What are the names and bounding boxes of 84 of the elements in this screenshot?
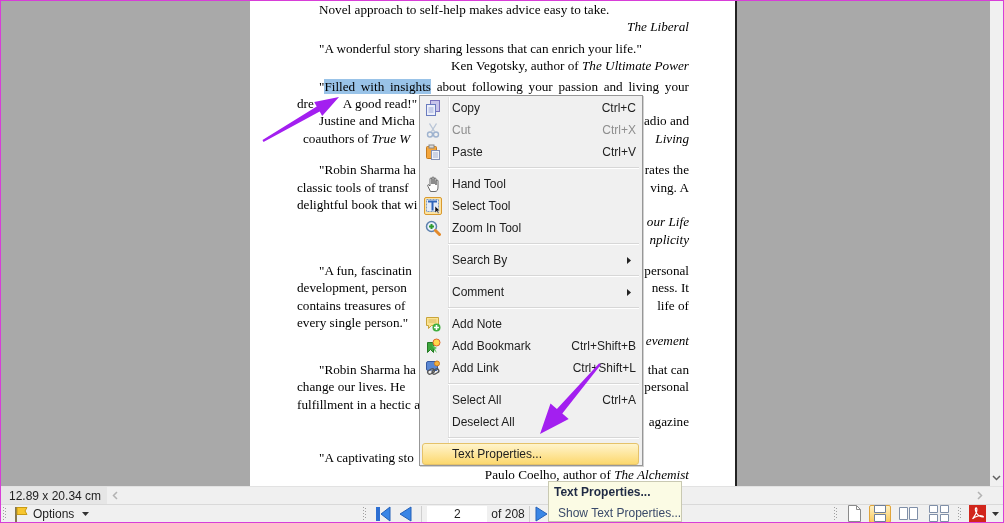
continuous-page-button[interactable] bbox=[869, 504, 891, 522]
menu-item[interactable]: Add Note bbox=[422, 313, 639, 335]
document-text: contains treasures of bbox=[297, 296, 406, 315]
document-text: "A captivating sto bbox=[319, 448, 414, 466]
page-count-text: of 208 bbox=[491, 505, 525, 522]
toolbar-grip-icon bbox=[3, 507, 6, 520]
document-text: adio and bbox=[643, 112, 689, 130]
pdf-button[interactable] bbox=[969, 505, 986, 522]
document-text: agazine bbox=[648, 413, 689, 431]
four-pages-icon bbox=[929, 505, 949, 522]
pdf-icon bbox=[969, 505, 986, 522]
document-text: Justine and Micha bbox=[319, 112, 415, 130]
document-text: delightful book that wi bbox=[297, 195, 418, 214]
flag-icon bbox=[14, 505, 28, 522]
page-icon bbox=[847, 505, 861, 522]
document-text: ving. A bbox=[650, 178, 689, 196]
options-button[interactable]: Options bbox=[14, 505, 90, 522]
document-text: "A fun, fascinatin bbox=[319, 262, 412, 280]
document-text: nplicity bbox=[649, 230, 689, 249]
menu-item[interactable]: Select All Ctrl+A bbox=[422, 389, 639, 411]
triangle-left-icon bbox=[397, 505, 414, 522]
first-page-button[interactable] bbox=[373, 505, 392, 522]
document-text: evement bbox=[645, 331, 689, 350]
caret-icon bbox=[82, 511, 90, 516]
menu-item[interactable]: Search By bbox=[422, 249, 639, 271]
document-text: A good read!" bbox=[342, 94, 418, 113]
document-text: personal bbox=[644, 262, 689, 280]
next-page-button[interactable] bbox=[533, 505, 550, 522]
ribbon-icon bbox=[425, 338, 441, 354]
menu-item[interactable]: Hand Tool bbox=[422, 173, 639, 195]
menu-item[interactable]: Comment bbox=[422, 281, 639, 303]
document-text: "Filled with insights about following your passion and living your bbox=[318, 77, 689, 95]
menu-item[interactable]: Select Tool bbox=[422, 195, 639, 217]
document-text: Paulo Coelho, author of The Alchemist bbox=[484, 466, 689, 484]
tooltip-description: Show Text Properties... bbox=[558, 506, 682, 521]
document-text: change our lives. He bbox=[297, 378, 406, 396]
skip-back-icon bbox=[373, 505, 391, 522]
shortcut-text: Ctrl+A bbox=[602, 392, 636, 409]
clipboard-icon bbox=[425, 144, 441, 160]
menu-item[interactable]: Zoom In Tool bbox=[422, 217, 639, 239]
link-icon bbox=[425, 360, 441, 376]
dropdown-caret-icon[interactable] bbox=[992, 511, 999, 516]
document-text: life of bbox=[657, 296, 689, 315]
document-text: dre bbox=[297, 94, 314, 113]
previous-page-button[interactable] bbox=[397, 505, 414, 522]
tooltip-title: Text Properties... bbox=[554, 485, 651, 500]
document-text: "Robin Sharma ha bbox=[319, 161, 416, 179]
document-text: our Life bbox=[646, 213, 689, 231]
document-text: coauthors of True W bbox=[303, 129, 411, 148]
note-plus-icon bbox=[425, 316, 441, 332]
stacked-pages-icon bbox=[873, 505, 887, 522]
document-text: classic tools of transf bbox=[297, 178, 409, 196]
toolbar-grip-icon bbox=[363, 507, 367, 520]
copy-icon bbox=[425, 100, 441, 116]
triangle-right-icon bbox=[533, 505, 550, 522]
scissors-icon bbox=[425, 122, 441, 138]
document-text: development, person bbox=[297, 279, 407, 297]
scroll-down-icon[interactable] bbox=[992, 475, 1001, 481]
page-number-field[interactable]: 2 bbox=[427, 505, 488, 522]
document-text: "Robin Sharma ha bbox=[319, 361, 416, 379]
menu-item[interactable]: Paste Ctrl+V bbox=[422, 141, 639, 163]
toolbar-grip-icon bbox=[958, 507, 961, 520]
document-text: Novel approach to self-help makes advice easy to take. bbox=[319, 1, 610, 19]
document-text: Living bbox=[655, 129, 689, 148]
menu-item[interactable]: Add Bookmark Ctrl+Shift+B bbox=[422, 335, 639, 357]
document-text: "A wonderful story sharing lessons that can enrich your life." bbox=[319, 39, 642, 58]
document-text: ness. It bbox=[651, 279, 689, 297]
document-text: fulfillment in a hectic a bbox=[297, 395, 421, 414]
document-text: every single person." bbox=[297, 314, 409, 332]
menu-item[interactable]: Text Properties... bbox=[422, 443, 639, 465]
menu-item[interactable]: Copy Ctrl+C bbox=[422, 97, 639, 119]
shortcut-text: Ctrl+Shift+B bbox=[571, 338, 636, 355]
document-text: that can bbox=[647, 361, 689, 379]
document-text: The Liberal bbox=[627, 18, 689, 36]
document-text: Ken Vegotsky, author of The Ultimate Power bbox=[450, 57, 689, 75]
two-pages-icon bbox=[899, 505, 918, 522]
document-text: personal bbox=[644, 378, 689, 396]
page-size-text: 12.89 x 20.34 cm bbox=[1, 487, 107, 504]
toolbar-grip-icon bbox=[834, 507, 837, 520]
shortcut-text: Ctrl+V bbox=[602, 144, 636, 161]
shortcut-text: Ctrl+C bbox=[601, 100, 636, 117]
menu-item[interactable]: Deselect All bbox=[422, 411, 639, 433]
shortcut-text: Ctrl+X bbox=[602, 122, 636, 139]
document-text: rates the bbox=[644, 161, 689, 179]
